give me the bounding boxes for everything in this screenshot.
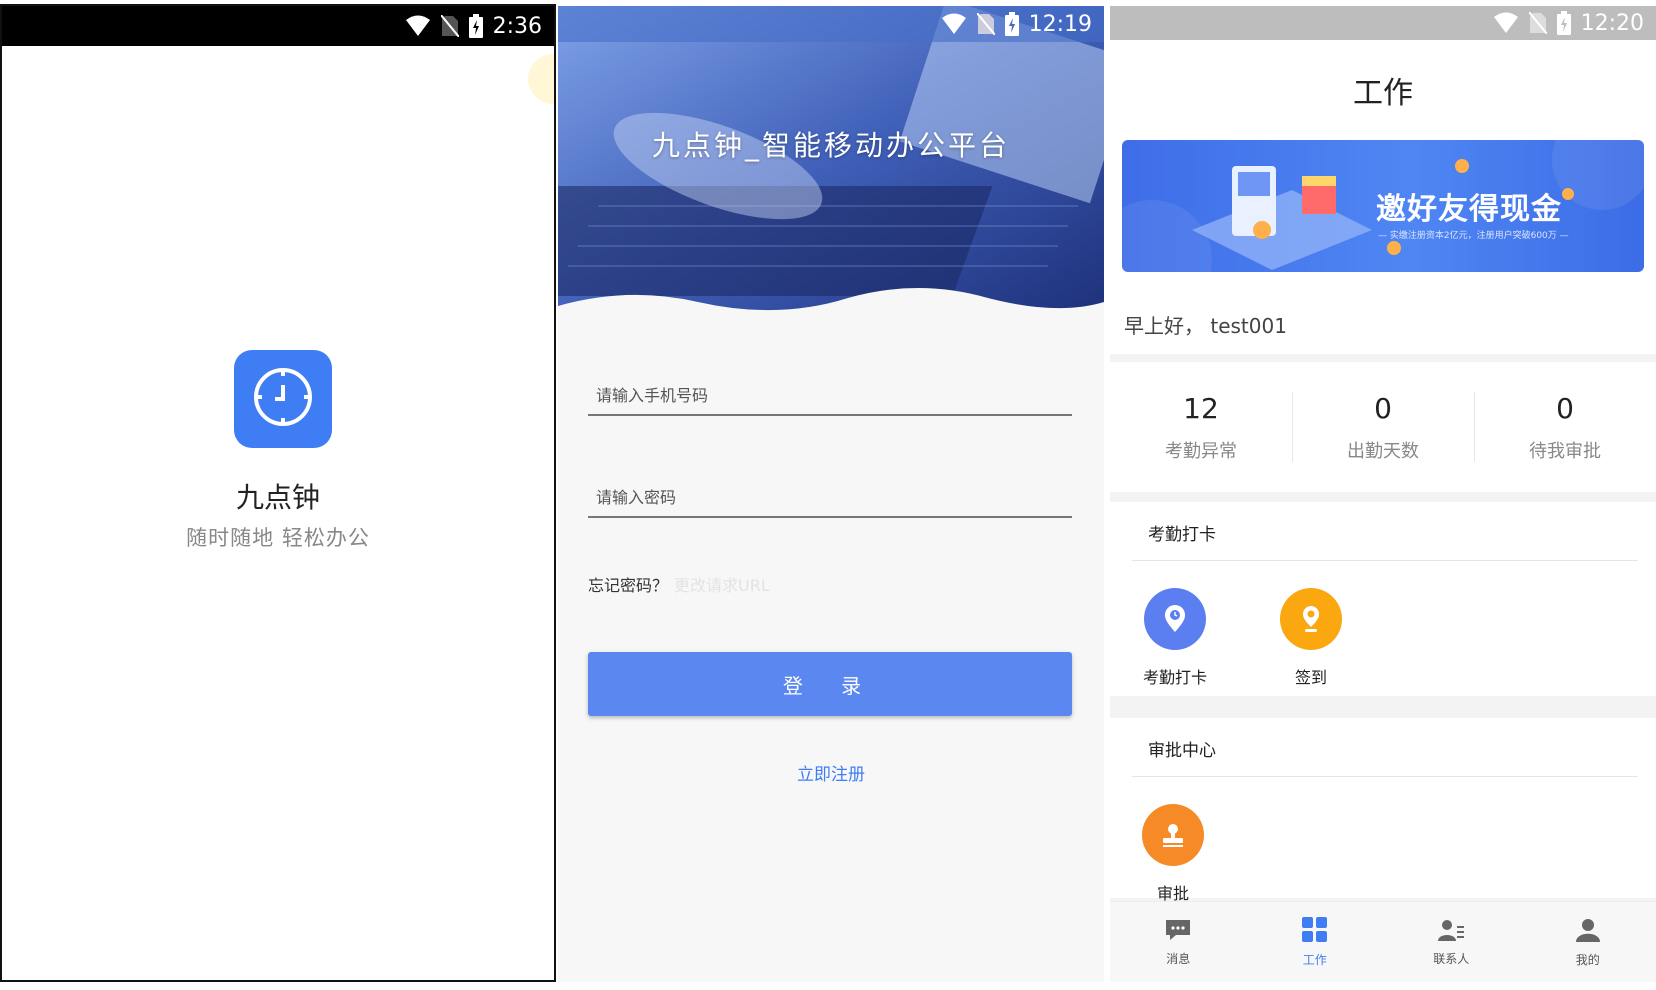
hero-image: 九点钟_智能移动办公平台 [558, 6, 1104, 326]
stat-value: 0 [1556, 391, 1574, 425]
register-link[interactable]: 立即注册 [558, 760, 1104, 785]
stat-attendance-abnormal[interactable]: 12 考勤异常 [1110, 362, 1292, 492]
banner-title: 邀好友得现金 [1376, 192, 1562, 227]
location-pin-icon [1280, 588, 1342, 650]
forgot-password-link[interactable]: 忘记密码？ [588, 576, 668, 595]
status-time: 2:36 [492, 13, 542, 39]
wifi-icon [941, 13, 967, 35]
attendance-section: 考勤打卡 考勤打卡 签到 [1110, 502, 1656, 696]
password-field [588, 478, 1072, 518]
divider [1132, 560, 1638, 561]
clock-icon [251, 365, 315, 433]
app-label: 考勤打卡 [1142, 668, 1207, 687]
login-button[interactable]: 登 录 [588, 652, 1072, 716]
tab-work[interactable]: 工作 [1247, 902, 1384, 982]
greeting-text: 早上好， test001 [1124, 314, 1287, 338]
phone-field [588, 376, 1072, 416]
change-url-link[interactable]: 更改请求URL [674, 576, 770, 595]
tab-contacts[interactable]: 联系人 [1383, 902, 1520, 982]
app-name: 九点钟 [235, 481, 320, 514]
section-title: 考勤打卡 [1148, 525, 1216, 545]
battery-charging-icon [468, 14, 483, 38]
tab-mine[interactable]: 我的 [1520, 902, 1656, 982]
stat-attendance-days[interactable]: 0 出勤天数 [1292, 362, 1474, 492]
message-icon [1164, 918, 1192, 946]
stat-pending-approval[interactable]: 0 待我审批 [1474, 362, 1656, 492]
stat-value: 0 [1374, 391, 1392, 425]
stat-label: 待我审批 [1529, 440, 1601, 462]
wifi-icon [405, 15, 431, 37]
grid-icon [1301, 916, 1328, 947]
work-header: 工作 邀好友得现金 — 实缴注册资本2亿元，注册用户突破600万 — 早上好， … [1110, 40, 1656, 354]
page-title: 工作 [1353, 76, 1413, 111]
app-check-in[interactable]: 签到 [1263, 588, 1359, 688]
tab-messages[interactable]: 消息 [1110, 902, 1247, 982]
tab-label: 我的 [1575, 952, 1600, 967]
battery-charging-icon [1556, 11, 1571, 35]
app-label: 签到 [1294, 668, 1327, 687]
stat-label: 出勤天数 [1347, 440, 1419, 462]
no-sim-icon [1528, 12, 1547, 34]
approval-section: 审批中心 审批 [1110, 718, 1656, 903]
phone-input[interactable] [588, 385, 1072, 406]
app-slogan: 随时随地 轻松办公 [186, 526, 370, 550]
app-logo [234, 350, 332, 448]
divider [1132, 776, 1638, 777]
status-bar: 2:36 [2, 6, 554, 46]
banner-subtitle: — 实缴注册资本2亿元，注册用户突破600万 — [1378, 231, 1569, 241]
tab-label: 消息 [1166, 951, 1191, 966]
forgot-row: 忘记密码？ 更改请求URL [588, 572, 770, 596]
stamp-icon [1142, 804, 1204, 866]
app-attendance-clock[interactable]: 考勤打卡 [1127, 588, 1223, 688]
decorative-circle [528, 54, 554, 104]
stats-panel: 12 考勤异常 0 出勤天数 0 待我审批 [1110, 362, 1656, 492]
status-bar: 12:19 [558, 6, 1104, 42]
battery-charging-icon [1004, 12, 1019, 36]
work-screen: 12:20 工作 邀好友得现金 — 实缴注册资本2亿元，注册用户突破600万 —… [1110, 6, 1656, 982]
tab-label: 工作 [1302, 952, 1327, 967]
wifi-icon [1493, 12, 1519, 34]
promo-banner[interactable]: 邀好友得现金 — 实缴注册资本2亿元，注册用户突破600万 — [1122, 140, 1644, 272]
status-time: 12:19 [1028, 11, 1092, 37]
tab-label: 联系人 [1433, 951, 1470, 966]
bottom-tab-bar: 消息 工作 联系人 我的 [1110, 901, 1656, 982]
no-sim-icon [976, 13, 995, 35]
stat-value: 12 [1183, 391, 1219, 425]
section-title: 审批中心 [1148, 741, 1216, 761]
stat-label: 考勤异常 [1165, 440, 1237, 462]
status-time: 12:20 [1580, 10, 1644, 36]
hero-title: 九点钟_智能移动办公平台 [651, 129, 1010, 162]
login-screen: 九点钟_智能移动办公平台 12:19 忘记密码？ 更改请求URL 登 录 立即注册 [558, 6, 1104, 982]
password-input[interactable] [588, 487, 1072, 508]
clock-pin-icon [1144, 588, 1206, 650]
no-sim-icon [440, 15, 459, 37]
app-approval[interactable]: 审批 [1125, 804, 1221, 904]
contacts-icon [1437, 918, 1465, 946]
status-bar: 12:20 [1110, 6, 1656, 40]
person-icon [1575, 917, 1601, 947]
splash-screen: 2:36 九点钟 随时随地 轻松办公 [0, 4, 556, 982]
